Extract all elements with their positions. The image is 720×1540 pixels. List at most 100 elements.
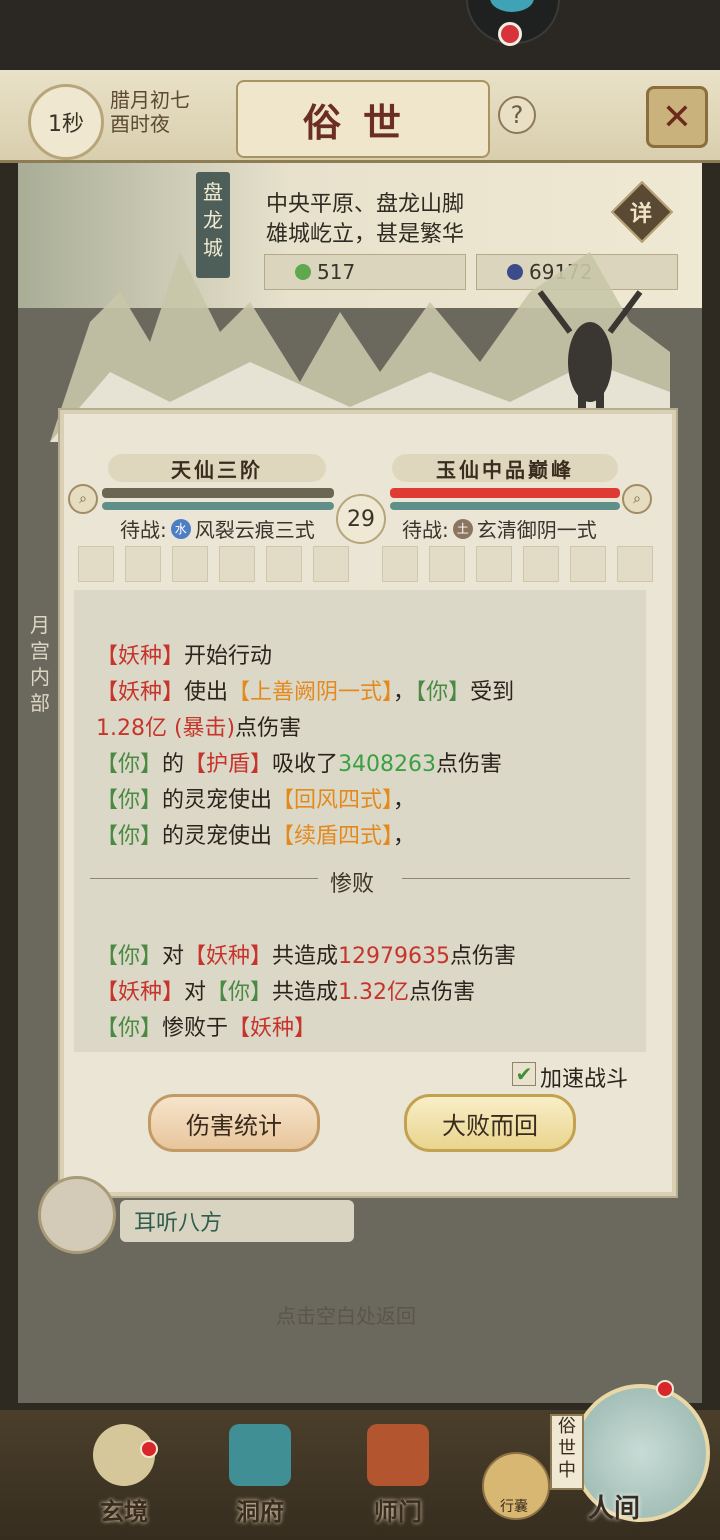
log-segment: 【妖种】 [184,944,273,969]
log-line: 【妖种】对【你】共造成1.32亿点伤害 [96,974,475,1006]
date-line1: 腊月初七 [110,88,190,112]
log-segment: 点伤害 [235,716,302,741]
log-segment: 使出 [184,680,229,705]
waiting-prefix: 待战: [402,518,449,542]
avatar[interactable] [38,1176,116,1254]
nav-item-dongfu[interactable]: 洞府 [210,1424,310,1527]
speed-checkbox[interactable]: ✔ [512,1062,536,1086]
player-waiting-skill: 待战: 水 风裂云痕三式 [120,514,315,543]
location-line1: 中央平原、盘龙山脚 [266,192,465,217]
log-segment: 【你】 [96,824,163,849]
page-title: 俗世 [236,80,490,158]
log-segment: 对 [184,980,207,1005]
log-segment: ， [393,680,416,705]
buff-slot [219,546,255,582]
player-mp-bar [102,502,334,510]
log-segment: 3408263 [338,752,437,777]
log-segment: 【妖种】 [96,680,185,705]
listen-label: 耳听八方 [120,1200,354,1242]
log-segment: 的 [162,752,185,777]
round-counter: 29 [336,494,386,544]
buff-slot [429,546,465,582]
buff-slot [78,546,114,582]
nav-label: 洞府 [236,1497,284,1526]
log-line: 【妖种】开始行动 [96,638,272,670]
time-speed-button[interactable]: 1秒 [28,84,104,160]
enemy-buff-slots [382,546,653,582]
log-segment: 【妖种】 [228,1016,317,1041]
buff-slot [313,546,349,582]
divider [402,878,630,879]
buff-slot [266,546,302,582]
enemy-hp-bar [390,488,620,498]
log-segment: 【妖种】 [96,644,185,669]
log-segment: 【你】 [96,788,163,813]
date-line2: 酉时夜 [110,112,170,136]
nav-item-shimen[interactable]: 师门 [348,1424,448,1527]
log-segment: 【护盾】 [184,752,273,777]
water-element-icon: 水 [170,518,191,539]
log-segment: 吸收了 [272,752,339,777]
bag-label: 行囊 [500,1499,528,1515]
waiting-skill-name: 风裂云痕三式 [194,518,315,542]
log-segment: 受到 [470,680,515,705]
nav-label: 玄境 [100,1497,148,1526]
close-button[interactable]: ✕ [646,86,708,148]
return-button[interactable]: 大败而回 [404,1094,576,1152]
log-segment: 【你】 [415,680,471,705]
buff-slot [570,546,606,582]
result-title: 惨败 [330,872,375,897]
log-segment: 【回风四式】 [272,788,394,813]
enemy-waiting-skill: 待战: 土 玄清御阴一式 [402,514,597,543]
enemy-rank: 玉仙中品巅峰 [392,454,618,482]
log-segment: 对 [162,944,185,969]
log-line: 【你】的【护盾】吸收了3408263点伤害 [96,746,502,778]
damage-stats-button[interactable]: 伤害统计 [148,1094,320,1152]
log-segment: 的灵宠使出 [162,788,273,813]
divider [90,878,318,879]
date-display: 腊月初七 酉时夜 [110,88,220,136]
player-rank: 天仙三阶 [108,454,326,482]
buff-slot [476,546,512,582]
log-segment: 点伤害 [409,980,476,1005]
notification-dot [140,1440,158,1458]
log-segment: 【你】 [96,944,163,969]
log-segment: 1.28亿 (暴击) [96,716,236,741]
player-buff-slots [78,546,349,582]
log-segment: ， [393,788,416,813]
waiting-skill-name: 玄清御阴一式 [476,518,597,542]
log-segment: 【妖种】 [96,980,185,1005]
enemy-inspect-icon[interactable]: ⌕ [622,484,652,514]
log-line: 【你】对【妖种】共造成12979635点伤害 [96,938,516,970]
log-line: 【你】的灵宠使出【续盾四式】， [96,818,415,850]
world-status-tag: 俗世中 [550,1414,584,1490]
log-segment: 点伤害 [436,752,503,777]
time-label: 1秒 [48,112,84,137]
nav-label: 师门 [374,1497,422,1526]
enemy-mp-bar [390,502,620,510]
log-segment: 【你】 [96,1016,163,1041]
log-segment: 共造成 [272,944,339,969]
buff-slot [523,546,559,582]
log-segment: ， [393,824,416,849]
pavilion-icon [229,1424,291,1486]
tap-return-hint[interactable]: 点击空白处返回 [276,1300,416,1329]
log-line: 【妖种】使出【上善阙阴一式】，【你】受到 [96,674,514,706]
log-line: 【你】惨败于【妖种】 [96,1010,316,1042]
speed-label[interactable]: 加速战斗 [540,1061,628,1093]
top-status-strip [0,0,720,70]
log-segment: 的灵宠使出 [162,824,273,849]
log-segment: 开始行动 [184,644,273,669]
help-button[interactable]: ? [498,96,536,134]
nav-item-xuanjing[interactable]: 玄境 [74,1424,174,1527]
world-label: 人间 [588,1494,641,1524]
banner-icon [367,1424,429,1486]
log-segment: 点伤害 [450,944,517,969]
earth-element-icon: 土 [452,518,473,539]
log-segment: 【续盾四式】 [272,824,394,849]
log-segment: 【你】 [96,752,163,777]
log-line: 【你】的灵宠使出【回风四式】， [96,782,415,814]
player-inspect-icon[interactable]: ⌕ [68,484,98,514]
buff-slot [125,546,161,582]
log-segment: 共造成 [272,980,339,1005]
